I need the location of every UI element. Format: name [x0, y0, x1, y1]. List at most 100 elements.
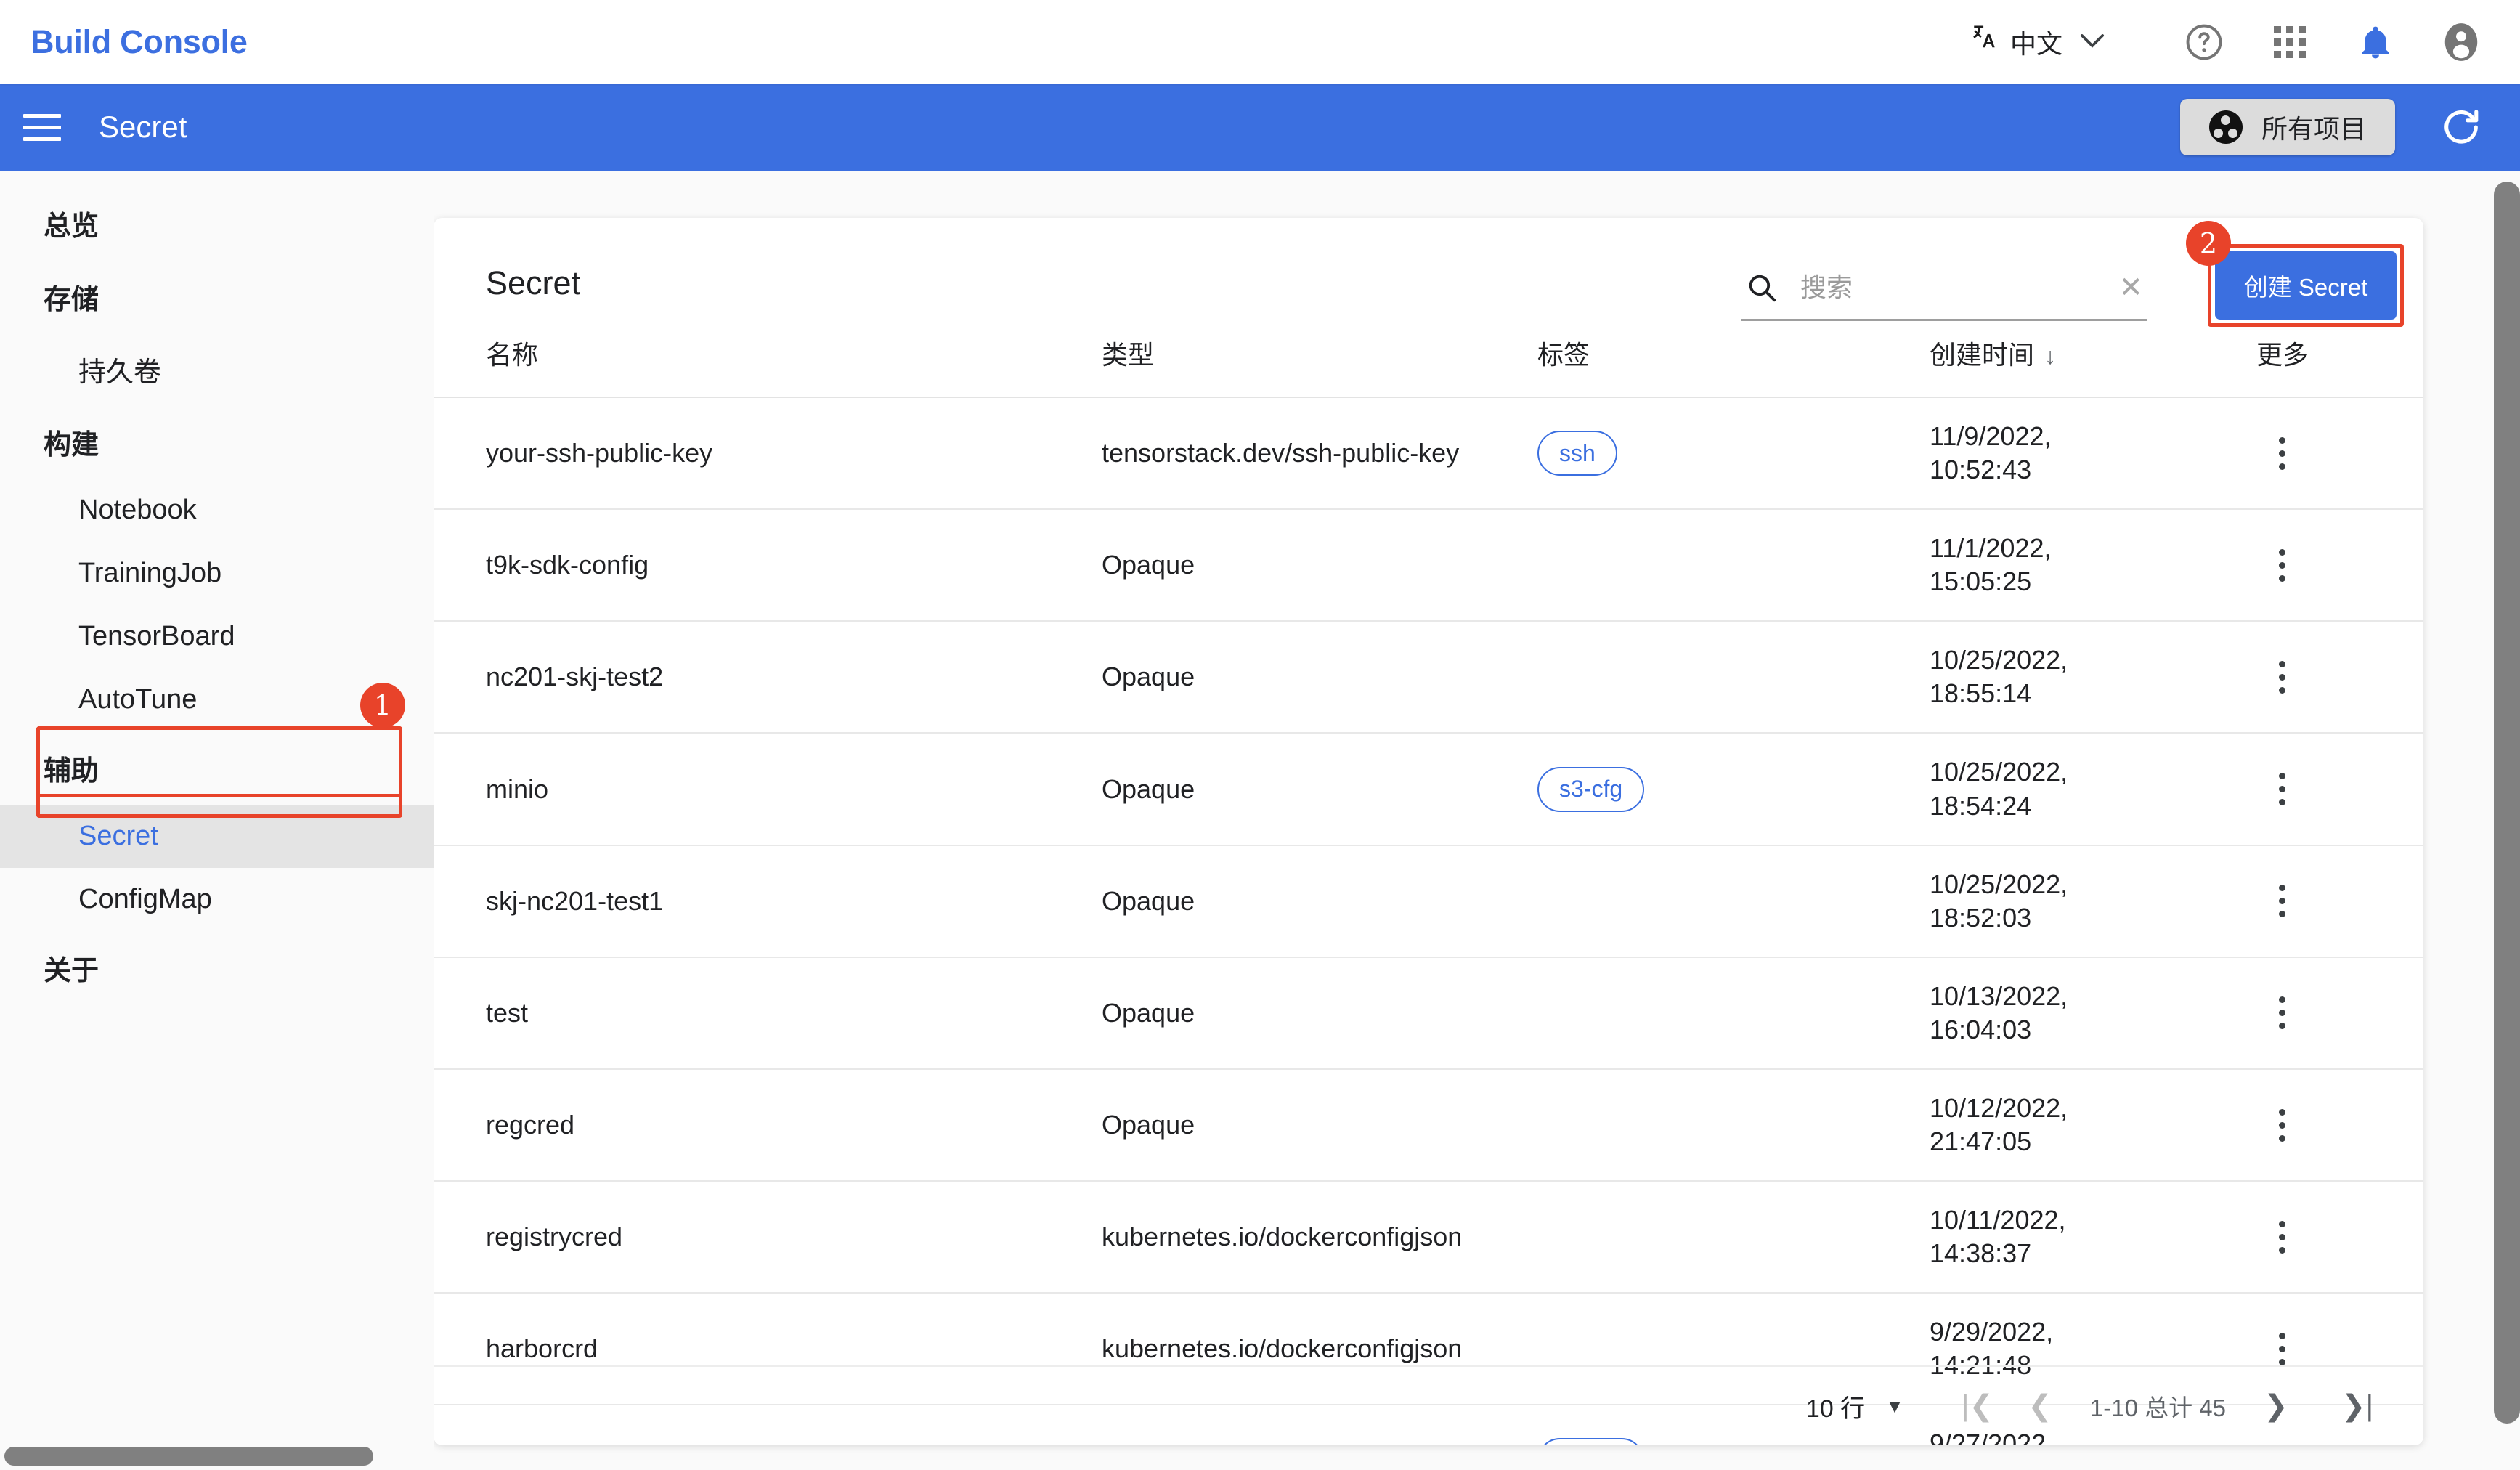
card-header: Secret ✕ 创建 Secret: [434, 218, 2423, 334]
tag-chip[interactable]: ssh: [1537, 431, 1617, 476]
cell-created-time: 10/25/2022, 18:54:24: [1930, 733, 2256, 846]
refresh-icon[interactable]: [2436, 102, 2487, 153]
sidebar-item-tensorboard[interactable]: TensorBoard: [0, 605, 434, 668]
translate-icon: [1968, 22, 2000, 59]
cell-type: Opaque: [1102, 845, 1537, 958]
table-row[interactable]: minio Opaque s3-cfg 10/25/2022, 18:54:24: [434, 733, 2423, 846]
rows-per-page-label: 10 行: [1805, 1394, 1866, 1423]
sidebar-group-auxiliary[interactable]: 辅助: [0, 731, 434, 805]
first-page-button[interactable]: |❮: [1946, 1375, 2009, 1437]
sidebar-group-build[interactable]: 构建: [0, 405, 434, 479]
cell-type: tensorstack.dev/ssh-public-key: [1102, 397, 1537, 511]
prev-page-button[interactable]: ❮: [2009, 1375, 2071, 1437]
sidebar-item-trainingjob[interactable]: TrainingJob: [0, 542, 434, 605]
table-row[interactable]: t9k-sdk-config Opaque 11/1/2022, 15:05:25: [434, 509, 2423, 622]
sidebar-group-about[interactable]: 关于: [0, 931, 434, 1004]
sidebar-item-configmap[interactable]: ConfigMap: [0, 868, 434, 931]
column-header-type[interactable]: 类型: [1102, 334, 1537, 398]
table-row[interactable]: skj-nc201-test1 Opaque 10/25/2022, 18:52:…: [434, 845, 2423, 958]
help-icon[interactable]: [2179, 17, 2230, 68]
cell-tag: [1537, 1068, 1930, 1182]
row-more-menu-icon[interactable]: [2256, 1220, 2307, 1254]
apps-grid-glyph: [2274, 25, 2306, 58]
row-more-menu-icon[interactable]: [2256, 1332, 2307, 1365]
notifications-bell-icon[interactable]: [2350, 17, 2401, 68]
vertical-scrollbar[interactable]: [2494, 182, 2520, 1424]
row-more-menu-icon[interactable]: [2256, 436, 2307, 470]
cell-name[interactable]: registrycred: [434, 1181, 1102, 1294]
cell-type: Opaque: [1102, 957, 1537, 1070]
page-range-label: 1-10 总计 45: [2089, 1394, 2226, 1421]
table-row[interactable]: regcred Opaque 10/12/2022, 21:47:05: [434, 1068, 2423, 1182]
row-more-menu-icon[interactable]: [2256, 548, 2307, 582]
account-avatar-icon[interactable]: [2436, 17, 2487, 68]
cell-created-time: 10/13/2022, 16:04:03: [1930, 957, 2256, 1070]
annotation-badge-1: 1: [360, 683, 405, 728]
cell-name[interactable]: test: [434, 957, 1102, 1070]
sidebar-nav: 总览 存储 持久卷 构建 Notebook TrainingJob Tensor…: [0, 171, 434, 1470]
app-brand-title: Build Console: [31, 23, 248, 60]
horizontal-scrollbar[interactable]: [4, 1447, 373, 1466]
cell-more: [2256, 733, 2423, 846]
create-secret-button[interactable]: 创建 Secret: [2215, 251, 2397, 320]
cell-name[interactable]: minio: [434, 733, 1102, 846]
all-projects-button[interactable]: 所有项目: [2179, 99, 2395, 155]
app-root: Build Console 中文 Secret 所有项目 总览 存储 持久卷 构…: [0, 0, 2520, 1470]
date-part: 10/13/2022,: [1930, 980, 2068, 1011]
column-header-created-time[interactable]: 创建时间 ↓: [1930, 334, 2256, 398]
card-title: Secret: [486, 264, 581, 301]
cell-name[interactable]: t9k-sdk-config: [434, 509, 1102, 622]
top-bar: Build Console 中文: [0, 0, 2520, 84]
cell-created-time: 11/9/2022, 10:52:43: [1930, 397, 2256, 511]
cell-more: [2256, 509, 2423, 622]
secret-list-card: Secret ✕ 创建 Secret 名称: [434, 218, 2423, 1445]
column-header-tag[interactable]: 标签: [1537, 334, 1930, 398]
language-selector[interactable]: 中文: [1968, 23, 2105, 61]
next-page-button[interactable]: ❯: [2245, 1375, 2307, 1437]
hamburger-menu-icon[interactable]: [23, 104, 70, 150]
tag-chip[interactable]: s3-cfg: [1537, 766, 1645, 812]
row-more-menu-icon[interactable]: [2256, 660, 2307, 694]
chevron-down-icon: ▼: [1885, 1394, 1904, 1417]
projects-icon: [2208, 110, 2243, 144]
cell-name[interactable]: regcred: [434, 1068, 1102, 1182]
table-row[interactable]: test Opaque 10/13/2022, 16:04:03: [434, 957, 2423, 1070]
sidebar-item-notebook[interactable]: Notebook: [0, 479, 434, 542]
cell-name[interactable]: your-ssh-public-key: [434, 397, 1102, 511]
table-row[interactable]: nc201-skj-test2 Opaque 10/25/2022, 18:55:…: [434, 621, 2423, 734]
date-part: 10/25/2022,: [1930, 869, 2068, 899]
cell-created-time: 10/25/2022, 18:55:14: [1930, 621, 2256, 734]
row-more-menu-icon[interactable]: [2256, 773, 2307, 806]
cell-name[interactable]: skj-nc201-test1: [434, 845, 1102, 958]
search-input[interactable]: [1800, 272, 2069, 303]
date-part: 11/9/2022,: [1930, 421, 2052, 451]
apps-grid-icon[interactable]: [2264, 17, 2315, 68]
cell-name[interactable]: nc201-skj-test2: [434, 621, 1102, 734]
row-more-menu-icon[interactable]: [2256, 996, 2307, 1030]
cell-type: Opaque: [1102, 733, 1537, 846]
time-part: 18:52:03: [1930, 902, 2032, 933]
close-icon[interactable]: ✕: [2118, 273, 2143, 302]
sidebar-item-secret[interactable]: Secret: [0, 805, 434, 868]
table-row[interactable]: registrycred kubernetes.io/dockerconfigj…: [434, 1181, 2423, 1294]
table-row[interactable]: your-ssh-public-key tensorstack.dev/ssh-…: [434, 397, 2423, 511]
annotation-badge-2: 2: [2186, 221, 2231, 266]
row-more-menu-icon[interactable]: [2256, 885, 2307, 918]
chevron-down-icon: [2080, 30, 2105, 54]
sidebar-item-persistent-volume[interactable]: 持久卷: [0, 333, 434, 405]
time-part: 16:04:03: [1930, 1014, 2032, 1044]
sidebar-group-overview[interactable]: 总览: [0, 187, 434, 260]
last-page-button[interactable]: ❯|: [2326, 1375, 2389, 1437]
column-header-name[interactable]: 名称: [434, 334, 1102, 398]
rows-per-page-select[interactable]: 10 行 ▼: [1806, 1389, 1904, 1424]
toolbar-actions: 所有项目: [2179, 99, 2487, 155]
search-icon: [1745, 271, 1779, 304]
search-field[interactable]: ✕: [1741, 256, 2147, 321]
date-part: 9/29/2022,: [1930, 1317, 2054, 1347]
time-part: 14:38:37: [1930, 1238, 2032, 1269]
cell-tag: ssh: [1537, 397, 1930, 511]
cell-more: [2256, 1068, 2423, 1182]
sidebar-group-storage[interactable]: 存储: [0, 260, 434, 333]
cell-created-time: 10/25/2022, 18:52:03: [1930, 845, 2256, 958]
row-more-menu-icon[interactable]: [2256, 1108, 2307, 1142]
